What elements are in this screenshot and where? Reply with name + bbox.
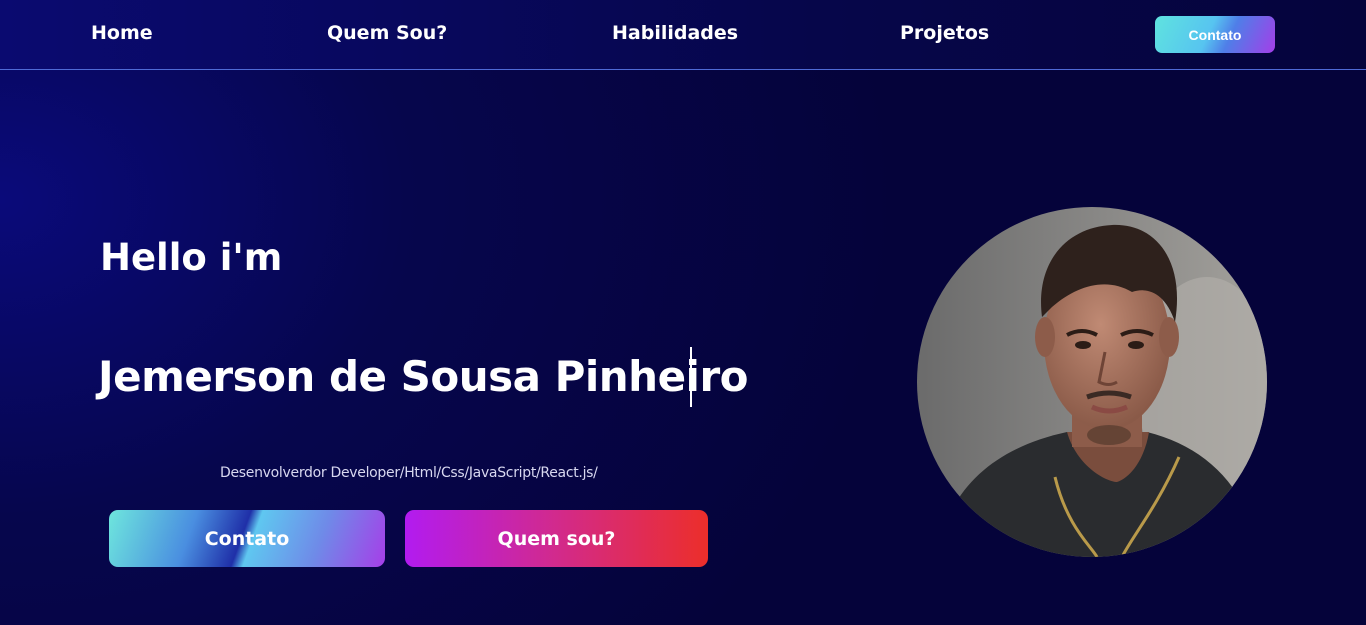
nav-link-projetos[interactable]: Projetos [900,22,989,44]
profile-photo [917,207,1267,557]
nav-contact-button[interactable]: Contato [1155,16,1275,53]
nav-link-home[interactable]: Home [91,22,153,44]
nav-link-habilidades[interactable]: Habilidades [612,22,738,44]
hero-greeting: Hello i'm [100,236,283,279]
hero-name: Jemerson de Sousa Pinheiro [98,352,749,401]
about-button[interactable]: Quem sou? [405,510,708,567]
nav-link-quem-sou[interactable]: Quem Sou? [327,22,447,44]
navbar: Home Quem Sou? Habilidades Projetos Cont… [0,0,1366,70]
profile-photo-portrait [917,207,1267,557]
hero-tagline: Desenvolverdor Developer/Html/Css/JavaSc… [220,465,598,481]
contact-button[interactable]: Contato [109,510,385,567]
typing-cursor [690,347,692,407]
